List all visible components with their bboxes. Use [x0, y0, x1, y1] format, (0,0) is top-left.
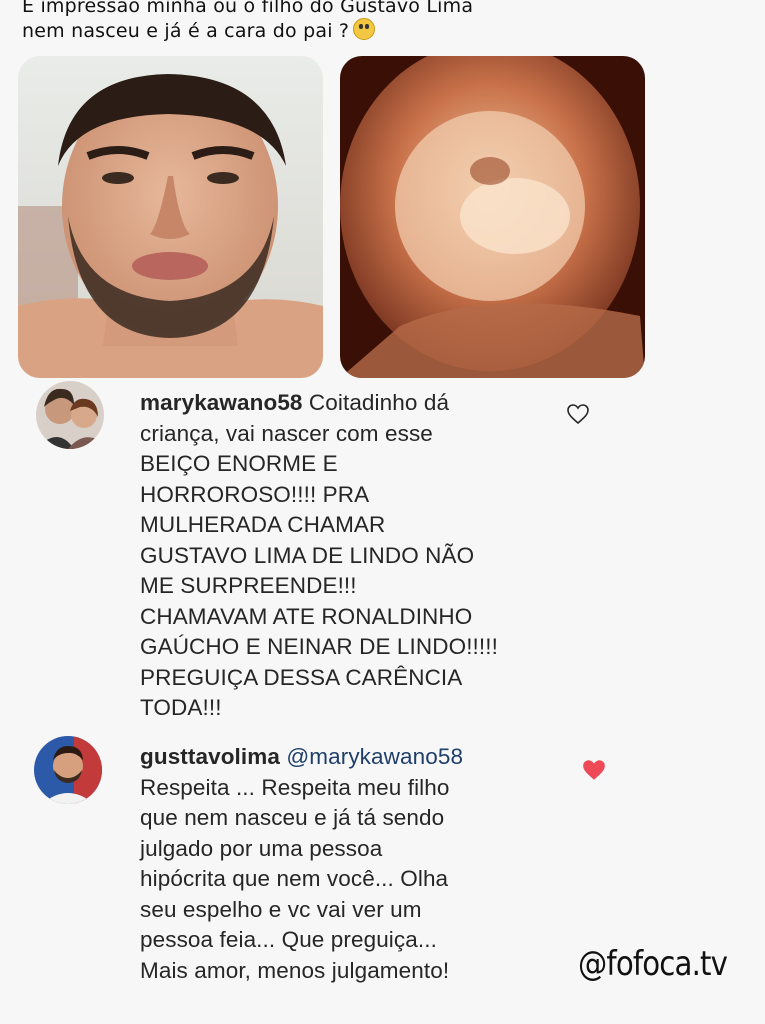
comment-line: GAÚCHO E NEINAR DE LINDO!!!!!	[140, 634, 498, 659]
comment-line: criança, vai nascer com esse	[140, 420, 433, 446]
comment-line: CHAMAVAM ATE RONALDINHO	[140, 603, 473, 629]
man-selfie-photo	[18, 56, 323, 378]
comment-line: Respeita ... Respeita meu filho	[140, 774, 450, 800]
comment-line: pessoa feia... Que preguiça...	[140, 927, 437, 952]
comment-body: marykawano58 Coitadinho dá criança, vai …	[140, 388, 620, 724]
heart-outline-icon[interactable]	[566, 403, 590, 430]
avatar-gusttavolima[interactable]	[34, 736, 102, 804]
comment-line: hipócrita que nem você... Olha	[140, 866, 449, 891]
post-caption: É impressão minha ou o filho do Gustavo …	[22, 0, 662, 43]
comment-line: MULHERADA CHAMAR	[140, 512, 386, 537]
screaming-face-emoji-icon	[353, 18, 376, 40]
comment-line: BEIÇO ENORME E	[140, 451, 338, 476]
heart-filled-shape	[583, 760, 605, 780]
comment-line: GUSTAVO LIMA DE LINDO NÃO	[140, 542, 475, 568]
caption-line-1: É impressão minha ou o filho do Gustavo …	[22, 0, 474, 17]
comment-line: ME SURPREENDE!!!	[140, 573, 357, 598]
avatar-marykawano58[interactable]	[36, 381, 104, 449]
caption-line-2: nem nasceu e já é a cara do pai ?	[22, 18, 662, 43]
comment-line: julgado por uma pessoa	[140, 835, 383, 861]
comment-line: que nem nasceu e já tá sendo	[140, 805, 445, 830]
comment-line: Mais amor, menos julgamento!	[140, 957, 450, 983]
comment-line: PREGUIÇA DESSA CARÊNCIA	[140, 664, 463, 690]
comment-line: Coitadinho dá	[308, 390, 450, 415]
mention-link[interactable]: @marykawano58	[286, 744, 463, 769]
watermark-text: @fofoca.tv	[578, 944, 728, 984]
comment-line: HORROROSO!!!! PRA	[140, 481, 370, 507]
comment-line: seu espelho e vc vai ver um	[140, 896, 422, 922]
comment-body: gusttavolima @marykawano58 Respeita ... …	[140, 742, 580, 986]
comment-username[interactable]: gusttavolima	[140, 744, 280, 769]
comment-line: TODA!!!	[140, 695, 222, 720]
comment-username[interactable]: marykawano58	[140, 390, 303, 415]
heart-filled-icon[interactable]	[581, 758, 607, 787]
ultrasound-3d-photo	[340, 56, 645, 378]
